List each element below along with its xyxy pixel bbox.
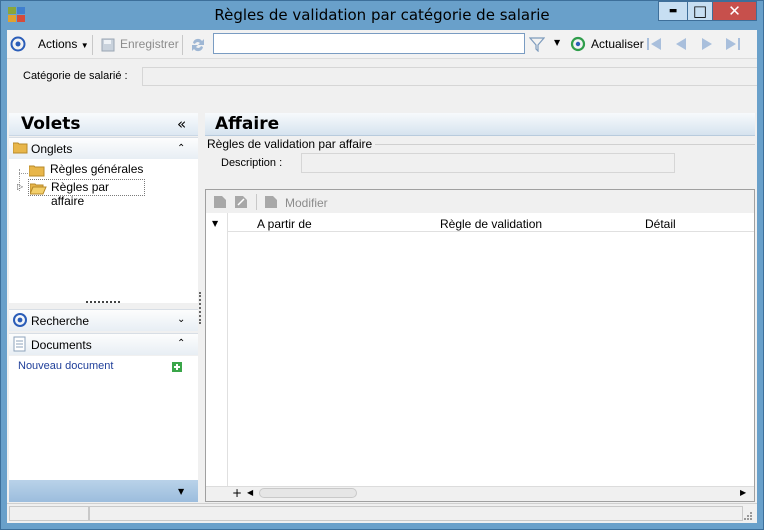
grid-row-selector [206, 213, 228, 487]
tree-item-regles-generales[interactable]: Règles générales [28, 162, 178, 178]
refresh-button[interactable]: Actualiser [591, 37, 644, 51]
category-label: Catégorie de salarié : [23, 70, 128, 82]
documents-label: Documents [31, 338, 92, 352]
search-icon [12, 312, 28, 328]
left-panel-footer [9, 480, 198, 502]
filter-icon[interactable] [528, 36, 546, 53]
edit-record-icon[interactable] [234, 195, 248, 209]
minimize-button[interactable]: ▬ [658, 1, 688, 21]
vertical-splitter-grip[interactable] [199, 292, 201, 324]
chevron-up-icon[interactable]: ⌃ [177, 143, 185, 154]
folder-icon [29, 165, 45, 177]
maximize-button[interactable]: □ [687, 1, 713, 21]
rules-grid [205, 189, 755, 502]
maximize-icon: □ [692, 1, 708, 20]
save-icon [100, 37, 116, 53]
description-field[interactable] [301, 153, 675, 173]
refresh-icon[interactable] [570, 36, 586, 52]
volets-title: Volets [21, 114, 81, 134]
save-button[interactable]: Enregistrer [120, 37, 179, 51]
minimize-icon: ▬ [668, 6, 678, 16]
scroll-left-icon[interactable]: ◀ [247, 488, 253, 497]
document-icon [13, 336, 27, 352]
last-record-button[interactable] [722, 36, 744, 52]
column-header-regle-de-validation[interactable]: Règle de validation [440, 217, 542, 231]
onglets-label: Onglets [31, 142, 73, 156]
group-label: Règles de validation par affaire [207, 137, 373, 151]
scroll-right-icon[interactable]: ▶ [740, 488, 746, 497]
horizontal-scrollbar-thumb[interactable] [259, 488, 357, 498]
close-icon: ✕ [728, 2, 741, 20]
modify-icon [264, 195, 278, 209]
search-input[interactable] [213, 33, 525, 54]
tree-item-label: Règles générales [50, 162, 144, 176]
category-field[interactable] [142, 67, 248, 86]
resize-grip-icon[interactable] [743, 510, 753, 520]
actions-label: Actions [38, 37, 78, 51]
documents-body [9, 356, 198, 480]
sync-icon[interactable] [189, 36, 207, 54]
group-divider [375, 144, 755, 145]
toolbar-separator [182, 35, 183, 55]
affaire-header [205, 113, 755, 136]
filter-dropdown-icon[interactable]: ▼ [554, 38, 560, 47]
description-label: Description : [221, 157, 283, 169]
expand-arrow-icon[interactable]: ▷ [17, 182, 23, 191]
toolbar-separator [256, 194, 257, 210]
chevron-down-icon[interactable]: ⌄ [177, 314, 185, 325]
open-folder-icon [30, 183, 47, 195]
new-record-icon[interactable] [213, 195, 227, 209]
status-segment [9, 506, 89, 521]
grid-menu-icon[interactable]: ▼ [212, 219, 218, 228]
close-button[interactable]: ✕ [712, 1, 757, 21]
home-icon[interactable] [10, 36, 26, 52]
tree-item-regles-par-affaire[interactable]: Règles par affaire [28, 179, 145, 208]
column-header-detail[interactable]: Détail [645, 217, 676, 231]
previous-record-button[interactable] [672, 36, 690, 52]
folder-icon [12, 141, 28, 154]
collapse-panel-button[interactable]: « [177, 115, 186, 133]
splitter-grip[interactable] [86, 301, 120, 303]
recherche-label: Recherche [31, 314, 90, 328]
window-title: Règles de validation par catégorie de sa… [214, 6, 550, 24]
chevron-down-icon[interactable]: ▼ [178, 487, 184, 496]
tree-item-label: Règles par affaire [51, 180, 110, 208]
category-field-extension [247, 67, 757, 86]
toolbar-separator [92, 35, 93, 55]
new-document-link[interactable]: Nouveau document [18, 360, 113, 372]
actions-menu[interactable]: Actions ▼ [38, 37, 89, 51]
next-record-button[interactable] [698, 36, 716, 52]
add-icon[interactable] [172, 361, 182, 372]
modify-button[interactable]: Modifier [285, 196, 328, 210]
chevron-down-icon: ▼ [80, 41, 89, 50]
status-segment [89, 506, 743, 521]
affaire-title: Affaire [215, 114, 280, 134]
add-row-button[interactable]: + [232, 486, 242, 500]
column-header-a-partir-de[interactable]: A partir de [257, 217, 312, 231]
first-record-button[interactable] [646, 36, 664, 52]
chevron-up-icon[interactable]: ⌃ [177, 338, 185, 349]
